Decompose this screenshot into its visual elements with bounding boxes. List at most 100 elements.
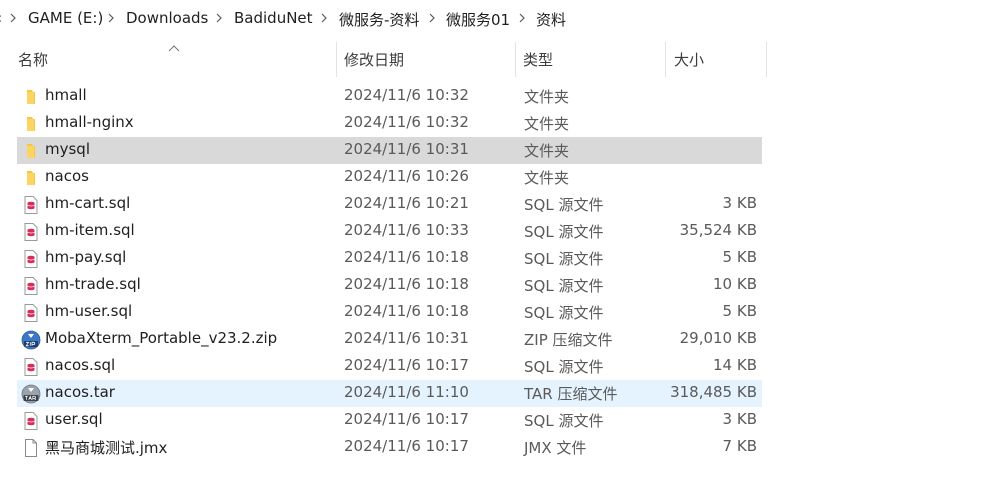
sql-file-icon	[21, 411, 41, 431]
breadcrumb-item-materials[interactable]: 资料	[536, 9, 566, 30]
column-header-date-label: 修改日期	[344, 51, 405, 69]
sql-file-icon	[21, 357, 41, 377]
file-size: 5 KB	[722, 248, 757, 266]
column-header-name-label: 名称	[18, 51, 49, 69]
folder-icon	[21, 168, 41, 188]
column-header-type[interactable]: 类型	[516, 38, 665, 74]
tar-archive-icon	[21, 384, 41, 404]
file-date: 2024/11/6 10:33	[344, 221, 469, 239]
blank-file-icon	[21, 438, 41, 458]
file-date: 2024/11/6 10:31	[344, 140, 469, 158]
file-row-heima-test-jmx[interactable]: 黑马商城测试.jmx 2024/11/6 10:17 JMX 文件 7 KB	[17, 434, 762, 461]
file-name: hm-trade.sql	[45, 275, 141, 293]
chevron-right-icon[interactable]	[427, 9, 437, 27]
chevron-right-icon[interactable]	[8, 9, 18, 27]
file-size: 5 KB	[722, 302, 757, 320]
file-row-nacos[interactable]: nacos 2024/11/6 10:26 文件夹	[17, 164, 762, 191]
file-name: mysql	[45, 140, 90, 158]
file-type: SQL 源文件	[524, 304, 604, 322]
sql-file-icon	[21, 195, 41, 215]
file-date: 2024/11/6 10:31	[344, 329, 469, 347]
file-name: hm-item.sql	[45, 221, 135, 239]
chevron-right-icon[interactable]	[106, 9, 116, 27]
folder-icon	[21, 87, 41, 107]
file-type: SQL 源文件	[524, 250, 604, 268]
breadcrumb-item-microservice01[interactable]: 微服务01	[446, 9, 510, 30]
file-row-hm-pay-sql[interactable]: hm-pay.sql 2024/11/6 10:18 SQL 源文件 5 KB	[17, 245, 762, 272]
file-size: 318,485 KB	[670, 383, 757, 401]
file-date: 2024/11/6 10:17	[344, 356, 469, 374]
file-row-hmall-nginx[interactable]: hmall-nginx 2024/11/6 10:32 文件夹	[17, 110, 762, 137]
file-name: hm-cart.sql	[45, 194, 131, 212]
file-name: MobaXterm_Portable_v23.2.zip	[45, 329, 278, 347]
chevron-right-icon[interactable]	[517, 9, 527, 27]
column-divider[interactable]	[766, 42, 767, 77]
address-bar[interactable]: ‹ GAME (E:) Downloads BadiduNet 微服务-资料 微…	[0, 0, 992, 37]
column-header-size-label: 大小	[674, 51, 705, 69]
file-type: JMX 文件	[524, 439, 587, 457]
file-size: 10 KB	[713, 275, 757, 293]
column-header-type-label: 类型	[523, 51, 554, 69]
file-size: 3 KB	[722, 194, 757, 212]
file-row-hm-trade-sql[interactable]: hm-trade.sql 2024/11/6 10:18 SQL 源文件 10 …	[17, 272, 762, 299]
file-type: ZIP 压缩文件	[524, 331, 613, 349]
file-name: nacos.sql	[45, 356, 116, 374]
file-type: SQL 源文件	[524, 412, 604, 430]
file-size: 7 KB	[722, 437, 757, 455]
breadcrumb-item-game-drive[interactable]: GAME (E:)	[28, 9, 103, 27]
file-row-hm-cart-sql[interactable]: hm-cart.sql 2024/11/6 10:21 SQL 源文件 3 KB	[17, 191, 762, 218]
file-row-mysql[interactable]: mysql 2024/11/6 10:31 文件夹	[17, 137, 762, 164]
breadcrumb-item-microservice-materials[interactable]: 微服务-资料	[339, 9, 419, 30]
folder-icon	[21, 114, 41, 134]
file-name: hmall-nginx	[45, 113, 134, 131]
file-row-hm-user-sql[interactable]: hm-user.sql 2024/11/6 10:18 SQL 源文件 5 KB	[17, 299, 762, 326]
file-date: 2024/11/6 10:18	[344, 248, 469, 266]
file-date: 2024/11/6 10:32	[344, 113, 469, 131]
file-date: 2024/11/6 10:32	[344, 86, 469, 104]
file-type: SQL 源文件	[524, 223, 604, 241]
file-date: 2024/11/6 10:18	[344, 275, 469, 293]
sql-file-icon	[21, 249, 41, 269]
file-row-user-sql[interactable]: user.sql 2024/11/6 10:17 SQL 源文件 3 KB	[17, 407, 762, 434]
file-type: SQL 源文件	[524, 196, 604, 214]
file-type: TAR 压缩文件	[524, 385, 618, 403]
file-type: SQL 源文件	[524, 277, 604, 295]
file-row-hmall[interactable]: hmall 2024/11/6 10:32 文件夹	[17, 83, 762, 110]
file-type: 文件夹	[524, 115, 570, 133]
file-type: 文件夹	[524, 169, 570, 187]
file-row-mobaxterm-zip[interactable]: MobaXterm_Portable_v23.2.zip 2024/11/6 1…	[17, 326, 762, 353]
chevron-right-icon[interactable]	[319, 9, 329, 27]
file-size: 3 KB	[722, 410, 757, 428]
file-date: 2024/11/6 10:21	[344, 194, 469, 212]
file-date: 2024/11/6 10:17	[344, 437, 469, 455]
file-type: 文件夹	[524, 88, 570, 106]
file-row-nacos-tar[interactable]: nacos.tar 2024/11/6 11:10 TAR 压缩文件 318,4…	[17, 380, 762, 407]
folder-icon	[21, 141, 41, 161]
file-name: hm-user.sql	[45, 302, 133, 320]
breadcrumb-item-downloads[interactable]: Downloads	[126, 9, 208, 27]
file-type: 文件夹	[524, 142, 570, 160]
sql-file-icon	[21, 303, 41, 323]
file-name: user.sql	[45, 410, 103, 428]
sql-file-icon	[21, 276, 41, 296]
file-name: hm-pay.sql	[45, 248, 127, 266]
chevron-right-icon[interactable]	[214, 9, 224, 27]
file-name: 黑马商城测试.jmx	[45, 439, 168, 457]
file-name: nacos	[45, 167, 89, 185]
file-date: 2024/11/6 10:18	[344, 302, 469, 320]
breadcrumb-overflow[interactable]: ‹	[0, 9, 2, 27]
column-header-date[interactable]: 修改日期	[337, 38, 515, 74]
column-header-name[interactable]: 名称	[10, 38, 336, 74]
file-type: SQL 源文件	[524, 358, 604, 376]
file-date: 2024/11/6 11:10	[344, 383, 469, 401]
file-row-hm-item-sql[interactable]: hm-item.sql 2024/11/6 10:33 SQL 源文件 35,5…	[17, 218, 762, 245]
file-size: 35,524 KB	[679, 221, 757, 239]
file-date: 2024/11/6 10:17	[344, 410, 469, 428]
file-size: 29,010 KB	[679, 329, 757, 347]
sql-file-icon	[21, 222, 41, 242]
column-header-size[interactable]: 大小	[666, 38, 766, 74]
breadcrumb-item-badidunet[interactable]: BadiduNet	[234, 9, 313, 27]
file-row-nacos-sql[interactable]: nacos.sql 2024/11/6 10:17 SQL 源文件 14 KB	[17, 353, 762, 380]
zip-archive-icon	[21, 330, 41, 350]
file-name: hmall	[45, 86, 87, 104]
